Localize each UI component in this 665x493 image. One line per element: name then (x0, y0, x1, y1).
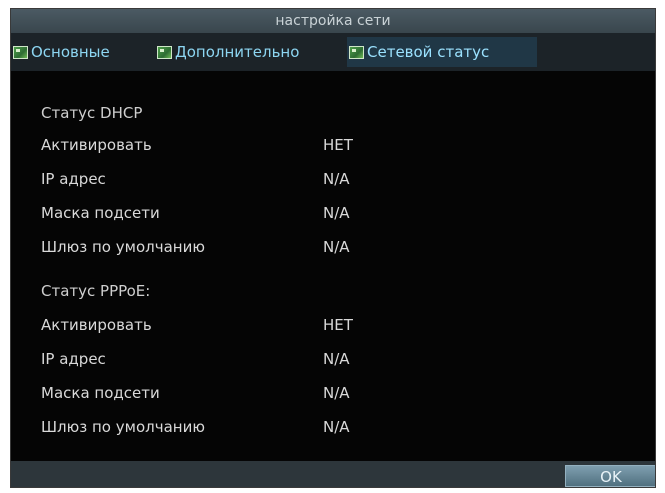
dhcp-gateway-value: N/A (323, 238, 350, 256)
tab-label: Дополнительно (175, 43, 300, 61)
tab-label: Основные (31, 43, 110, 61)
pppoe-ip-value: N/A (323, 350, 350, 368)
dhcp-mask-label: Маска подсети (41, 204, 160, 222)
pppoe-ip-label: IP адрес (41, 350, 106, 368)
tab-basic[interactable]: Основные (11, 37, 153, 67)
pppoe-mask-value: N/A (323, 384, 350, 402)
tab-label: Сетевой статус (367, 43, 490, 61)
screen-background: настройка сети Основные Дополнительно Се… (0, 0, 665, 493)
tab-image-icon (349, 45, 364, 59)
network-status-panel: Статус DHCP Активировать НЕТ IP адрес N/… (11, 71, 655, 461)
network-settings-window: настройка сети Основные Дополнительно Се… (10, 8, 656, 488)
tab-network-status[interactable]: Сетевой статус (347, 37, 537, 67)
dhcp-gateway-label: Шлюз по умолчанию (41, 238, 205, 256)
tab-image-icon (157, 45, 172, 59)
ok-button[interactable]: OK (565, 465, 655, 487)
tab-bar: Основные Дополнительно Сетевой статус (11, 33, 655, 71)
dhcp-activate-label: Активировать (41, 136, 152, 154)
pppoe-activate-value: НЕТ (323, 316, 353, 334)
dhcp-ip-value: N/A (323, 170, 350, 188)
tab-image-icon (13, 45, 28, 59)
pppoe-gateway-label: Шлюз по умолчанию (41, 418, 205, 436)
dhcp-status-title: Статус DHCP (41, 104, 143, 122)
dhcp-mask-value: N/A (323, 204, 350, 222)
window-title: настройка сети (11, 9, 655, 33)
bottom-bar: OK (11, 461, 655, 487)
pppoe-gateway-value: N/A (323, 418, 350, 436)
pppoe-mask-label: Маска подсети (41, 384, 160, 402)
dhcp-ip-label: IP адрес (41, 170, 106, 188)
tab-advanced[interactable]: Дополнительно (155, 37, 345, 67)
dhcp-activate-value: НЕТ (323, 136, 353, 154)
pppoe-activate-label: Активировать (41, 316, 152, 334)
pppoe-status-title: Статус PPPoE: (41, 282, 151, 300)
